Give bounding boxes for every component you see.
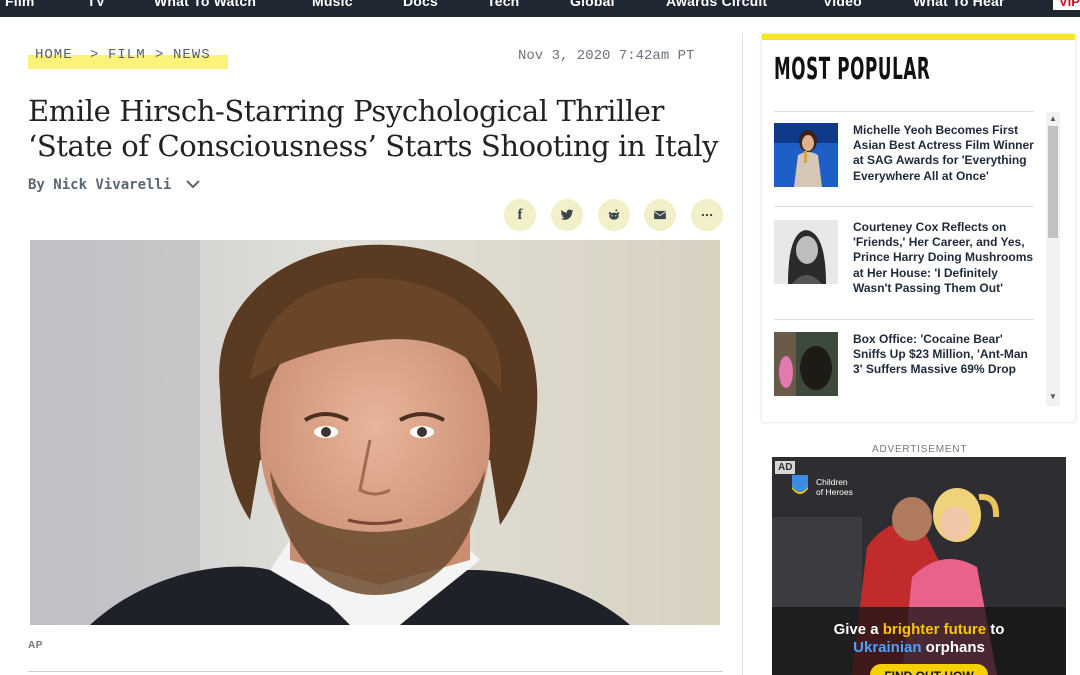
ad-headline-text: orphans: [921, 639, 985, 656]
email-icon: [653, 210, 667, 220]
story-headline[interactable]: Box Office: 'Cocaine Bear' Sniffs Up $23…: [853, 332, 1035, 378]
reddit-icon: [608, 209, 620, 220]
breadcrumb-film[interactable]: FILM: [108, 47, 146, 63]
author-name[interactable]: By Nick Vivarelli: [28, 177, 171, 193]
breadcrumb-news[interactable]: NEWS: [173, 47, 211, 63]
nav-item-what-to-watch[interactable]: What To Watch: [154, 0, 256, 9]
nav-item-music[interactable]: Music: [312, 0, 353, 9]
ad-cta-button[interactable]: FIND OUT HOW: [870, 664, 988, 675]
ad-headline-highlight: Ukrainian: [853, 639, 922, 656]
ad-org-line: Children: [816, 477, 848, 487]
article-title: Emile Hirsch-Starring Psychological Thri…: [28, 94, 719, 163]
sidebar-scrollbar[interactable]: ▲ ▼: [1046, 112, 1060, 406]
divider: [774, 206, 1034, 207]
breadcrumb-separator: >: [155, 47, 165, 63]
scroll-down-icon[interactable]: ▼: [1049, 392, 1057, 401]
share-more-button[interactable]: [691, 199, 723, 231]
divider: [774, 111, 1034, 112]
nav-item-docs[interactable]: Docs: [403, 0, 438, 9]
share-twitter-button[interactable]: [551, 199, 583, 231]
story-thumbnail[interactable]: [774, 123, 838, 187]
advertisement-banner[interactable]: AD Children of Heroes Give a brighter fu…: [772, 457, 1066, 675]
breadcrumb-home[interactable]: HOME: [35, 47, 73, 63]
ad-headline: Give a brighter future to Ukrainian orph…: [772, 621, 1066, 657]
image-caption: AP: [28, 640, 43, 651]
nav-item-what-to-hear[interactable]: What To Hear: [913, 0, 1005, 9]
ad-org-name: Children of Heroes: [816, 477, 853, 497]
story-headline[interactable]: Courteney Cox Reflects on 'Friends,' Her…: [853, 220, 1035, 296]
nav-item-global[interactable]: Global: [570, 0, 615, 9]
divider: [774, 319, 1034, 320]
nav-item-video[interactable]: Video: [823, 0, 862, 9]
ad-org-line: of Heroes: [816, 487, 853, 497]
nav-item-awards-circuit[interactable]: Awards Circuit: [666, 0, 767, 9]
column-divider: [742, 33, 743, 675]
more-icon: [701, 213, 713, 217]
ad-headline-text: to: [986, 621, 1005, 638]
hero-image: [30, 240, 720, 625]
nav-item-tech[interactable]: Tech: [487, 0, 519, 9]
advertisement-label: ADVERTISEMENT: [872, 444, 968, 455]
ad-badge: AD: [775, 461, 796, 474]
twitter-icon: [560, 209, 574, 220]
most-popular-title: MOST POPULAR: [774, 52, 931, 87]
story-thumbnail[interactable]: [774, 220, 838, 284]
share-reddit-button[interactable]: [598, 199, 630, 231]
byline[interactable]: By Nick Vivarelli: [28, 177, 200, 193]
breadcrumb: HOME > FILM > NEWS: [28, 44, 228, 69]
breadcrumb-separator: >: [90, 47, 100, 63]
scroll-up-icon[interactable]: ▲: [1049, 114, 1057, 123]
most-popular-widget: MOST POPULAR Michelle Yeoh Becomes First…: [762, 34, 1075, 422]
nav-item-tv[interactable]: TV: [87, 0, 105, 9]
scrollbar-thumb[interactable]: [1048, 126, 1058, 238]
story-thumbnail[interactable]: [774, 332, 838, 396]
facebook-icon: f: [517, 206, 523, 223]
top-navigation: Film TV What To Watch Music Docs Tech Gl…: [0, 0, 1080, 17]
nav-vip-button[interactable]: VIP: [1053, 0, 1080, 10]
nav-item-film[interactable]: Film: [5, 0, 35, 9]
ad-headline-highlight: brighter future: [882, 621, 987, 638]
story-headline[interactable]: Michelle Yeoh Becomes First Asian Best A…: [853, 123, 1035, 184]
ad-headline-text: Give a: [833, 621, 883, 638]
divider: [28, 671, 723, 672]
publish-date: Nov 3, 2020 7:42am PT: [518, 48, 695, 64]
chevron-down-icon[interactable]: [186, 177, 200, 193]
share-email-button[interactable]: [644, 199, 676, 231]
share-facebook-button[interactable]: f: [504, 199, 536, 231]
accent-bar: [762, 34, 1075, 40]
